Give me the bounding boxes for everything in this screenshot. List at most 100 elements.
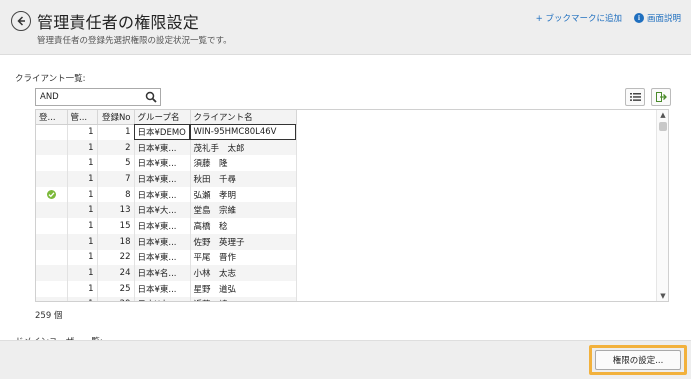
reg-no-cell: 7: [97, 171, 135, 187]
back-icon[interactable]: [11, 11, 31, 31]
manager-cell: 1: [67, 280, 98, 297]
table-row[interactable]: 1 8 日本¥東... 弘瀬 孝明: [36, 186, 297, 203]
client-name-cell: 近藤 靖一: [190, 296, 297, 301]
table-row[interactable]: 129日本¥大...近藤 靖一: [36, 296, 297, 301]
table-row[interactable]: 1 2 日本¥東... 茂礼手 太郎: [36, 139, 297, 156]
group-name-cell: 日本¥DEMO: [134, 124, 191, 140]
column-header-client-name[interactable]: クライアント名: [190, 110, 297, 125]
client-name-cell: 星野 道弘: [190, 280, 297, 297]
client-list-label: クライアント一覧:: [15, 74, 86, 84]
registered-cell: [36, 186, 68, 203]
registered-cell: [36, 171, 68, 187]
manager-cell: 1: [67, 249, 98, 266]
reg-no-cell: 15: [97, 218, 135, 234]
client-name-cell: 茂礼手 太郎: [190, 139, 297, 156]
reg-no-cell: 5: [97, 155, 135, 172]
info-icon: i: [633, 13, 644, 23]
page-title: 管理責任者の権限設定: [37, 13, 200, 32]
table-row[interactable]: 1 7 日本¥東... 秋田 千尋: [36, 171, 297, 187]
help-link-label: 画面説明: [646, 14, 681, 24]
column-header-reg-no[interactable]: 登録No: [97, 110, 135, 125]
registered-cell: [36, 155, 68, 172]
manager-cell: 1: [67, 233, 98, 250]
table-row[interactable]: 1 18 日本¥東... 佐野 英理子: [36, 233, 297, 250]
client-name-cell: 平尾 晋作: [190, 249, 297, 266]
group-name-cell: 日本¥東...: [134, 218, 191, 234]
scroll-down-icon[interactable]: ▼: [657, 291, 668, 301]
add-bookmark-link[interactable]: + ブックマークに追加: [536, 12, 622, 24]
list-icon: [629, 93, 641, 101]
check-icon: [46, 189, 56, 199]
footer-bar: [0, 340, 691, 379]
client-name-cell: 須藤 隆: [190, 155, 297, 172]
group-name-cell: 日本¥東...: [134, 233, 191, 250]
manager-cell: 1: [67, 186, 98, 203]
export-icon: [655, 92, 667, 102]
scroll-up-icon[interactable]: ▲: [657, 110, 668, 120]
manager-cell: 1: [67, 218, 98, 234]
list-view-button[interactable]: [625, 88, 645, 106]
vertical-scrollbar[interactable]: ▲ ▼: [656, 110, 668, 301]
column-header-manager[interactable]: 管...: [67, 110, 98, 125]
reg-no-cell: 8: [97, 186, 135, 203]
client-name-cell: 秋田 千尋: [190, 171, 297, 187]
table-row[interactable]: 1 24 日本¥名... 小林 太志: [36, 265, 297, 281]
table-row[interactable]: 1 25 日本¥東... 星野 道弘: [36, 280, 297, 297]
registered-cell: [36, 139, 68, 156]
manager-cell: 1: [67, 171, 98, 187]
manager-cell: 1: [67, 296, 98, 301]
reg-no-cell: 18: [97, 233, 135, 250]
registered-cell: [36, 124, 68, 140]
group-name-cell: 日本¥東...: [134, 171, 191, 187]
reg-no-cell: 13: [97, 202, 135, 219]
registered-cell: [36, 296, 68, 301]
group-name-cell: 日本¥東...: [134, 139, 191, 156]
table-row[interactable]: 1 15 日本¥東... 高橋 稔: [36, 218, 297, 234]
search-icon[interactable]: [145, 91, 157, 103]
permission-settings-button[interactable]: 権限の設定...: [595, 350, 681, 370]
column-header-registered[interactable]: 登...: [36, 110, 68, 125]
table-row[interactable]: 1 5 日本¥東... 須藤 隆: [36, 155, 297, 172]
registered-cell: [36, 218, 68, 234]
client-name-cell: 小林 太志: [190, 265, 297, 281]
client-name-cell: 弘瀬 孝明: [190, 186, 297, 203]
reg-no-cell: 2: [97, 139, 135, 156]
group-name-cell: 日本¥名...: [134, 265, 191, 281]
group-name-cell: 日本¥東...: [134, 186, 191, 203]
item-count: 259 個: [35, 311, 63, 321]
table-row[interactable]: 1 13 日本¥大... 堂島 宗維: [36, 202, 297, 219]
group-name-cell: 日本¥東...: [134, 280, 191, 297]
group-name-cell: 日本¥東...: [134, 155, 191, 172]
help-link[interactable]: i 画面説明: [633, 12, 681, 24]
reg-no-cell: 29: [97, 296, 135, 301]
client-table: 登... 管... 登録No グループ名 クライアント名 1 1 日本¥DEMO WI…: [35, 109, 669, 302]
registered-cell: [36, 280, 68, 297]
registered-cell: [36, 249, 68, 266]
manager-cell: 1: [67, 265, 98, 281]
group-name-cell: 日本¥大...: [134, 296, 191, 301]
column-header-group-name[interactable]: グループ名: [134, 110, 191, 125]
table-row[interactable]: 1 22 日本¥東... 平尾 晋作: [36, 249, 297, 266]
manager-cell: 1: [67, 124, 98, 140]
export-button[interactable]: [651, 88, 671, 106]
reg-no-cell: 24: [97, 265, 135, 281]
group-name-cell: 日本¥東...: [134, 249, 191, 266]
search-input[interactable]: [36, 92, 140, 102]
registered-cell: [36, 233, 68, 250]
client-name-cell: 高橋 稔: [190, 218, 297, 234]
scroll-thumb[interactable]: [659, 122, 667, 131]
client-name-cell: 佐野 英理子: [190, 233, 297, 250]
page-header: 管理責任者の権限設定 管理責任者の登録先選択権限の設定状況一覧です。 + ブック…: [0, 0, 691, 55]
search-box: [35, 88, 161, 106]
client-name-cell: WIN-95HMC80L46V: [190, 124, 297, 140]
manager-cell: 1: [67, 155, 98, 172]
client-name-cell: 堂島 宗維: [190, 202, 297, 219]
reg-no-cell: 25: [97, 280, 135, 297]
registered-cell: [36, 265, 68, 281]
permission-button-highlight: 権限の設定...: [589, 345, 687, 375]
reg-no-cell: 1: [97, 124, 135, 140]
manager-cell: 1: [67, 202, 98, 219]
group-name-cell: 日本¥大...: [134, 202, 191, 219]
table-row[interactable]: 1 1 日本¥DEMO WIN-95HMC80L46V: [36, 124, 297, 140]
registered-cell: [36, 202, 68, 219]
